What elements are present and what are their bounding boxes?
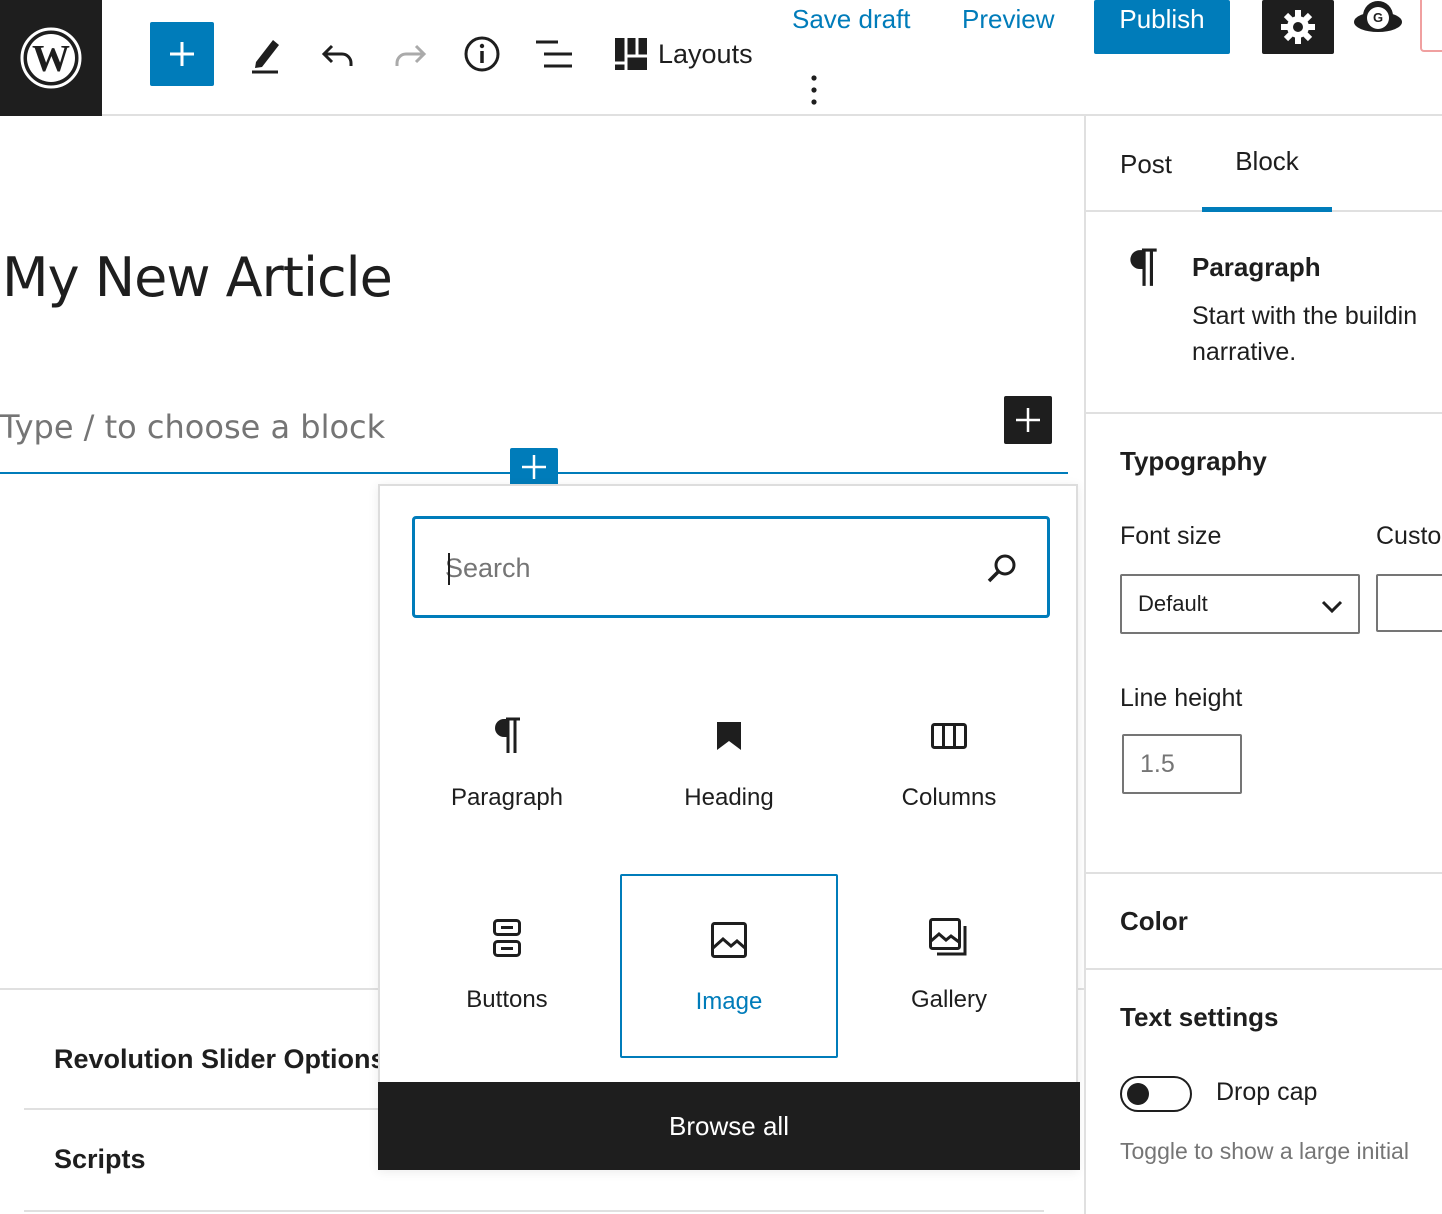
- custom-size-label: Custo: [1376, 522, 1442, 550]
- chevron-down-icon: [1321, 600, 1343, 614]
- search-icon: [987, 554, 1016, 583]
- typography-panel-toggle[interactable]: Typography: [1120, 446, 1267, 477]
- block-option-label: Paragraph: [450, 784, 564, 811]
- text-settings-panel-toggle[interactable]: Text settings: [1120, 1002, 1278, 1033]
- drop-cap-help-text: Toggle to show a large initial: [1120, 1138, 1409, 1164]
- redo-button[interactable]: [382, 26, 438, 82]
- line-height-input[interactable]: 1.5: [1122, 734, 1242, 794]
- inline-inserter-button[interactable]: [510, 448, 558, 486]
- line-height-label: Line height: [1120, 684, 1243, 712]
- more-options-button[interactable]: [796, 70, 832, 110]
- panel-divider: [1086, 872, 1442, 874]
- meta-box-title: Revolution Slider Options: [54, 1044, 386, 1074]
- block-option-label: Buttons: [466, 986, 548, 1013]
- post-title[interactable]: My New Article: [2, 246, 393, 309]
- block-option-columns[interactable]: Columns: [840, 672, 1058, 856]
- publish-button[interactable]: Publish: [1094, 0, 1230, 54]
- undo-button[interactable]: [310, 26, 366, 82]
- block-card-description-line: Start with the buildin: [1192, 302, 1418, 330]
- gallery-icon: [929, 918, 969, 958]
- gear-icon: [1281, 10, 1315, 44]
- block-card-title: Paragraph: [1192, 252, 1321, 282]
- sidebar-tabs: Post Block: [1086, 116, 1442, 212]
- paragraph-icon: [487, 716, 527, 756]
- font-size-label: Font size: [1120, 522, 1222, 550]
- partial-button-edge[interactable]: [1420, 0, 1442, 52]
- details-button[interactable]: [454, 26, 510, 82]
- preview-button[interactable]: Preview: [962, 0, 1054, 38]
- plus-icon: [170, 42, 194, 66]
- block-card-description-line: narrative.: [1192, 338, 1297, 366]
- font-size-value: Default: [1138, 591, 1208, 616]
- plugin-avatar-button[interactable]: G: [1352, 0, 1404, 40]
- panel-divider: [1086, 968, 1442, 970]
- svg-text:W: W: [32, 38, 70, 80]
- add-block-button[interactable]: [1004, 396, 1052, 444]
- block-inserter-toggle-button[interactable]: [150, 22, 214, 86]
- drop-cap-toggle[interactable]: [1120, 1076, 1192, 1112]
- text-caret: [448, 553, 450, 585]
- image-icon: [709, 920, 749, 960]
- block-card: Paragraph Start with the buildin narrati…: [1086, 212, 1442, 414]
- block-option-label: Columns: [901, 784, 997, 811]
- block-option-heading[interactable]: Heading: [620, 672, 838, 856]
- block-card-description: Start with the buildin narrative.: [1192, 298, 1442, 370]
- pencil-icon: [252, 40, 279, 74]
- block-option-label: Heading: [684, 784, 774, 811]
- block-option-gallery[interactable]: Gallery: [840, 874, 1058, 1058]
- plus-icon: [1016, 408, 1040, 432]
- bookmark-icon: [709, 716, 749, 756]
- tools-button[interactable]: [238, 26, 294, 82]
- paragraph-icon: [1130, 248, 1157, 286]
- avatar-initial: G: [1373, 10, 1384, 25]
- block-option-paragraph[interactable]: Paragraph: [398, 672, 616, 856]
- meta-box-title: Scripts: [54, 1144, 146, 1174]
- list-view-icon: [536, 40, 572, 68]
- toggle-knob: [1127, 1083, 1149, 1105]
- list-view-button[interactable]: [526, 26, 582, 82]
- plus-icon: [522, 455, 546, 479]
- block-option-buttons[interactable]: Buttons: [398, 874, 616, 1058]
- columns-icon: [929, 716, 969, 756]
- block-search-box[interactable]: [412, 516, 1050, 618]
- custom-size-input[interactable]: [1376, 574, 1442, 632]
- block-option-label: Gallery: [910, 986, 988, 1013]
- layouts-button[interactable]: Layouts: [614, 26, 753, 82]
- wordpress-icon: W: [20, 27, 82, 89]
- info-icon: [464, 36, 500, 72]
- more-vertical-icon: [811, 75, 817, 105]
- settings-sidebar: Post Block Paragraph Start with the buil…: [1084, 116, 1442, 1214]
- undo-icon: [321, 44, 353, 66]
- editor-header: W Layouts Save draft Preview Publish G: [0, 0, 1442, 116]
- drop-cap-label: Drop cap: [1216, 1078, 1318, 1106]
- redo-icon: [395, 44, 427, 66]
- tab-block[interactable]: Block: [1202, 116, 1332, 212]
- block-option-image[interactable]: Image: [620, 874, 838, 1058]
- block-option-label: Image: [695, 988, 763, 1015]
- block-search-input[interactable]: [445, 543, 965, 593]
- tab-post[interactable]: Post: [1116, 116, 1176, 212]
- color-panel-toggle[interactable]: Color: [1120, 906, 1188, 937]
- buttons-icon: [487, 918, 527, 958]
- save-draft-button[interactable]: Save draft: [792, 0, 911, 38]
- settings-button[interactable]: [1262, 0, 1334, 54]
- browse-all-button[interactable]: Browse all: [378, 1082, 1080, 1170]
- quick-inserter-popover: Paragraph Heading Columns Buttons Image …: [378, 484, 1080, 1170]
- layouts-icon: [615, 38, 647, 70]
- wordpress-logo-button[interactable]: W: [0, 0, 102, 116]
- layouts-label: Layouts: [658, 38, 753, 69]
- block-placeholder-text: Type / to choose a block: [0, 408, 386, 446]
- font-size-select[interactable]: Default: [1120, 574, 1360, 634]
